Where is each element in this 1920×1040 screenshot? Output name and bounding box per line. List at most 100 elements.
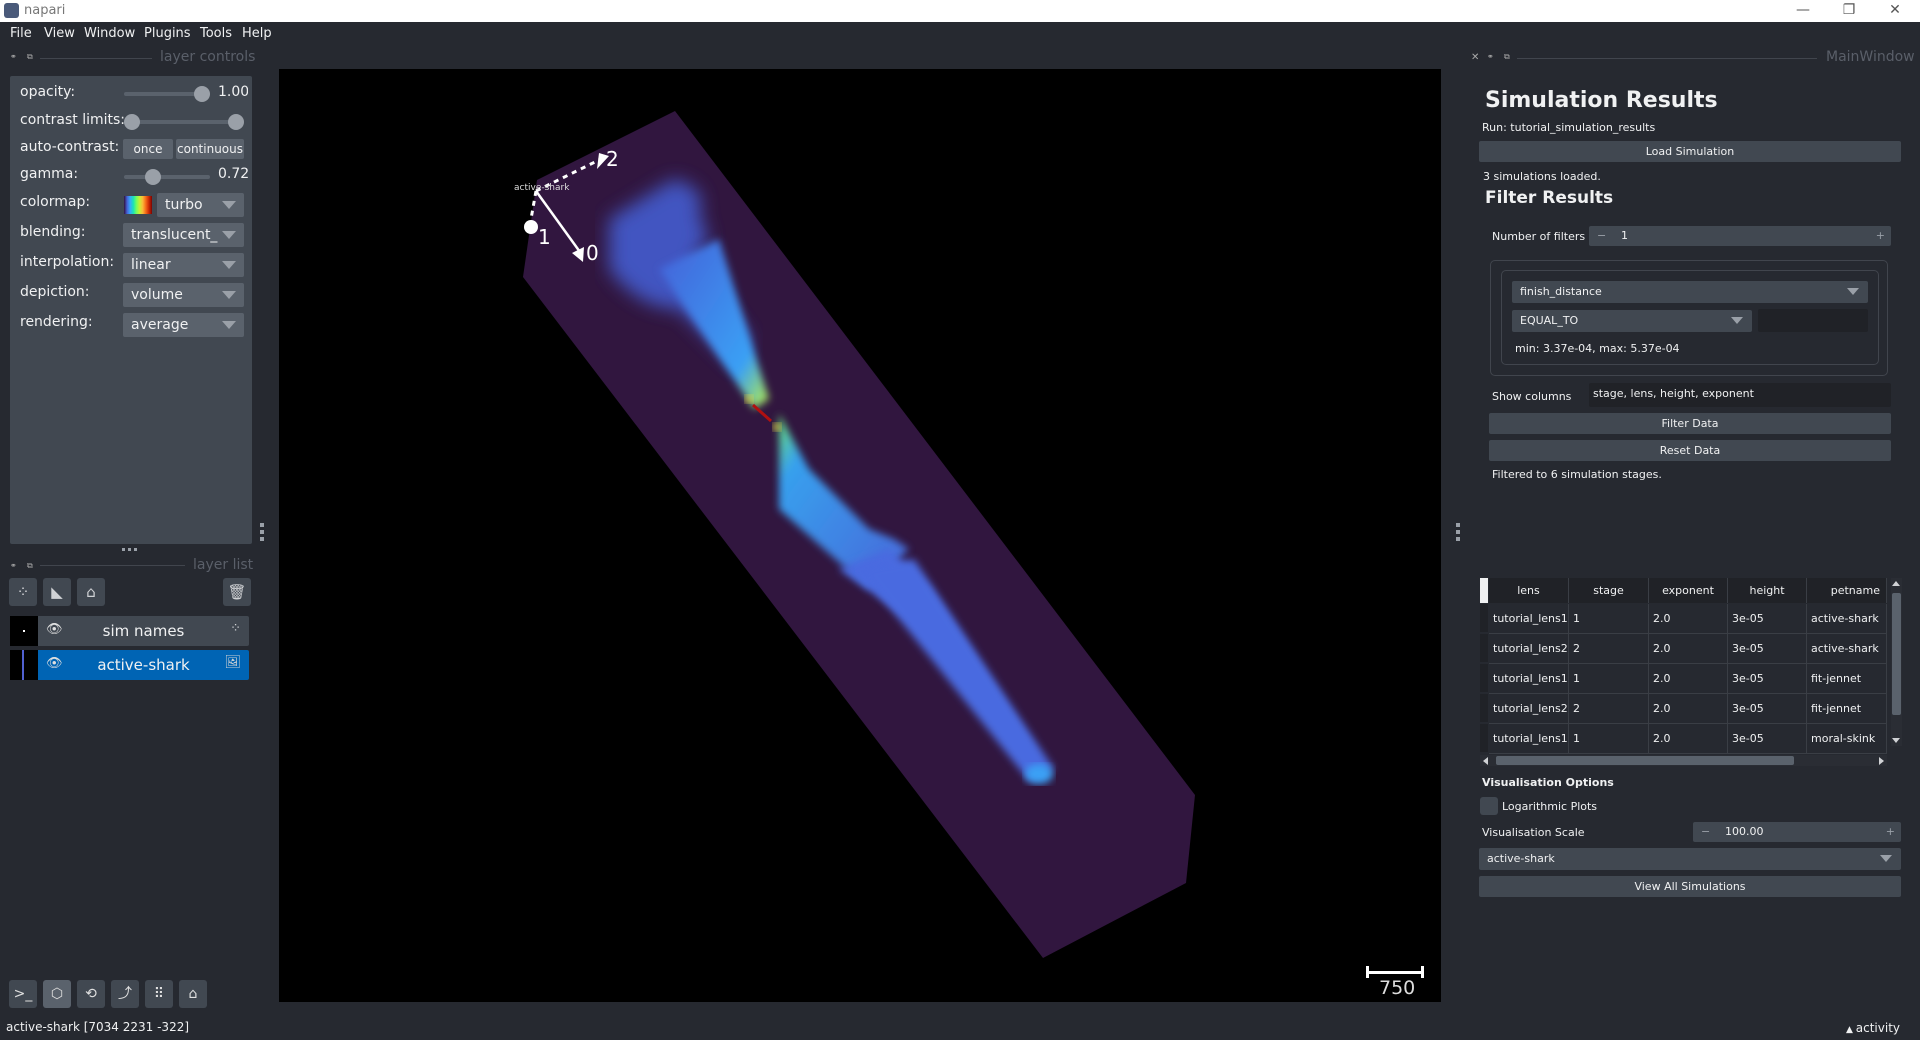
transpose-dims-button[interactable]: ⤴ <box>111 980 139 1008</box>
colormap-dropdown[interactable]: turbo <box>157 193 244 217</box>
gamma-slider[interactable] <box>124 175 210 179</box>
viewer-canvas[interactable]: active-shark 2 1 0 750 <box>279 69 1441 1002</box>
contrast-limits-slider[interactable] <box>130 120 238 124</box>
layer-name[interactable]: sim names <box>38 622 249 640</box>
close-window-button[interactable]: ✕ <box>1872 0 1918 22</box>
vertical-scroll-thumb[interactable] <box>1892 593 1901 715</box>
row-header[interactable] <box>1480 634 1488 663</box>
table-cell[interactable]: tutorial_lens1 <box>1489 664 1569 694</box>
float-dock-icon[interactable]: ⧉ <box>1504 52 1510 62</box>
grid-view-button[interactable]: ⠿ <box>145 980 173 1008</box>
hide-dock-icon[interactable]: ⚭ <box>1487 52 1494 61</box>
float-dock-icon[interactable]: ⧉ <box>27 561 33 571</box>
table-cell[interactable]: tutorial_lens1 <box>1489 604 1569 634</box>
column-header-petname[interactable]: petname <box>1807 578 1887 603</box>
table-cell[interactable]: 1 <box>1569 724 1649 754</box>
activity-button[interactable]: ▲ activity <box>1846 1021 1900 1035</box>
view-all-simulations-button[interactable]: View All Simulations <box>1479 876 1901 897</box>
opacity-value[interactable]: 1.00 <box>218 84 248 100</box>
auto-contrast-continuous-button[interactable]: continuous <box>176 139 244 159</box>
table-cell[interactable]: tutorial_lens2 <box>1489 694 1569 724</box>
layer-item-active-shark[interactable]: 👁 active-shark 🖼 <box>10 650 249 680</box>
table-cell[interactable]: 1 <box>1569 604 1649 634</box>
restore-button[interactable]: ❐ <box>1826 0 1872 22</box>
visualisation-scale-spinbox[interactable]: − 100.00 + <box>1693 822 1901 842</box>
new-shapes-layer-button[interactable]: ◣ <box>43 578 71 606</box>
scroll-down-icon[interactable] <box>1892 738 1900 743</box>
left-dock-resize-handle[interactable] <box>260 523 264 544</box>
menu-help[interactable]: Help <box>242 26 272 41</box>
table-cell[interactable]: tutorial_lens2 <box>1489 634 1569 664</box>
table-corner-button[interactable] <box>1480 578 1488 603</box>
table-cell[interactable]: 2 <box>1569 634 1649 664</box>
row-header[interactable] <box>1480 724 1488 753</box>
row-header[interactable] <box>1480 604 1488 633</box>
contrast-high-handle[interactable] <box>228 114 244 130</box>
show-columns-input[interactable]: stage, lens, height, exponent <box>1589 383 1891 407</box>
table-cell[interactable]: active-shark <box>1807 604 1887 634</box>
table-cell[interactable]: 3e-05 <box>1728 634 1807 664</box>
depiction-dropdown[interactable]: volume <box>123 283 244 307</box>
column-header-height[interactable]: height <box>1728 578 1807 603</box>
filter-operator-dropdown[interactable]: EQUAL_TO <box>1512 310 1752 332</box>
table-cell[interactable]: 3e-05 <box>1728 694 1807 724</box>
vertical-scrollbar[interactable] <box>1891 578 1902 746</box>
reset-data-button[interactable]: Reset Data <box>1489 440 1891 461</box>
new-labels-layer-button[interactable]: ⌂ <box>77 578 105 606</box>
menu-file[interactable]: File <box>10 26 32 41</box>
table-cell[interactable]: 2 <box>1569 694 1649 724</box>
increment-icon[interactable]: + <box>1886 822 1895 842</box>
hide-dock-icon[interactable]: ⚭ <box>10 561 17 570</box>
table-cell[interactable]: 3e-05 <box>1728 664 1807 694</box>
table-cell[interactable]: 2.0 <box>1649 724 1728 754</box>
horizontal-scroll-thumb[interactable] <box>1496 756 1794 765</box>
column-header-exponent[interactable]: exponent <box>1649 578 1728 603</box>
menu-view[interactable]: View <box>44 26 75 41</box>
load-simulation-button[interactable]: Load Simulation <box>1479 141 1901 162</box>
table-cell[interactable]: 3e-05 <box>1728 724 1807 754</box>
minimize-button[interactable]: — <box>1780 0 1826 22</box>
home-button[interactable]: ⌂ <box>179 980 207 1008</box>
menu-window[interactable]: Window <box>84 26 135 41</box>
table-cell[interactable]: 2.0 <box>1649 634 1728 664</box>
horizontal-scrollbar[interactable] <box>1480 755 1887 766</box>
logarithmic-plots-checkbox[interactable] <box>1480 797 1498 815</box>
layer-item-sim-names[interactable]: 👁 sim names ⁘ <box>10 616 249 646</box>
simulation-select-dropdown[interactable]: active-shark <box>1479 848 1901 870</box>
filter-data-button[interactable]: Filter Data <box>1489 413 1891 434</box>
table-cell[interactable]: fit-jennet <box>1807 694 1887 724</box>
blending-dropdown[interactable]: translucent_ <box>123 223 244 247</box>
table-cell[interactable]: moral-skink <box>1807 724 1887 754</box>
column-header-lens[interactable]: lens <box>1489 578 1569 603</box>
splitter-handle[interactable] <box>122 547 138 553</box>
row-header[interactable] <box>1480 694 1488 723</box>
table-cell[interactable]: 3e-05 <box>1728 604 1807 634</box>
scroll-left-icon[interactable] <box>1483 757 1488 765</box>
results-table[interactable]: lens stage exponent height petname tutor… <box>1480 578 1902 766</box>
menu-plugins[interactable]: Plugins <box>144 26 191 41</box>
column-header-stage[interactable]: stage <box>1569 578 1649 603</box>
opacity-slider-handle[interactable] <box>194 86 210 102</box>
table-cell[interactable]: 2.0 <box>1649 604 1728 634</box>
interpolation-dropdown[interactable]: linear <box>123 253 244 277</box>
contrast-low-handle[interactable] <box>124 114 140 130</box>
filter-field-dropdown[interactable]: finish_distance <box>1512 281 1868 303</box>
scroll-up-icon[interactable] <box>1892 581 1900 586</box>
gamma-slider-handle[interactable] <box>145 169 161 185</box>
filter-value-input[interactable] <box>1758 309 1868 332</box>
float-dock-icon[interactable]: ⧉ <box>27 52 33 62</box>
gamma-value[interactable]: 0.72 <box>218 166 248 182</box>
row-header[interactable] <box>1480 664 1488 693</box>
table-cell[interactable]: active-shark <box>1807 634 1887 664</box>
roll-dims-button[interactable]: ⟲ <box>77 980 105 1008</box>
close-dock-icon[interactable]: ✕ <box>1471 52 1479 63</box>
decrement-icon[interactable]: − <box>1597 226 1606 246</box>
increment-icon[interactable]: + <box>1876 226 1885 246</box>
table-cell[interactable]: 2.0 <box>1649 694 1728 724</box>
right-dock-resize-handle[interactable] <box>1456 523 1460 544</box>
menu-tools[interactable]: Tools <box>200 26 232 41</box>
table-cell[interactable]: 2.0 <box>1649 664 1728 694</box>
table-cell[interactable]: 1 <box>1569 664 1649 694</box>
rendering-dropdown[interactable]: average <box>123 313 244 337</box>
delete-layer-button[interactable]: 🗑 <box>223 578 251 606</box>
